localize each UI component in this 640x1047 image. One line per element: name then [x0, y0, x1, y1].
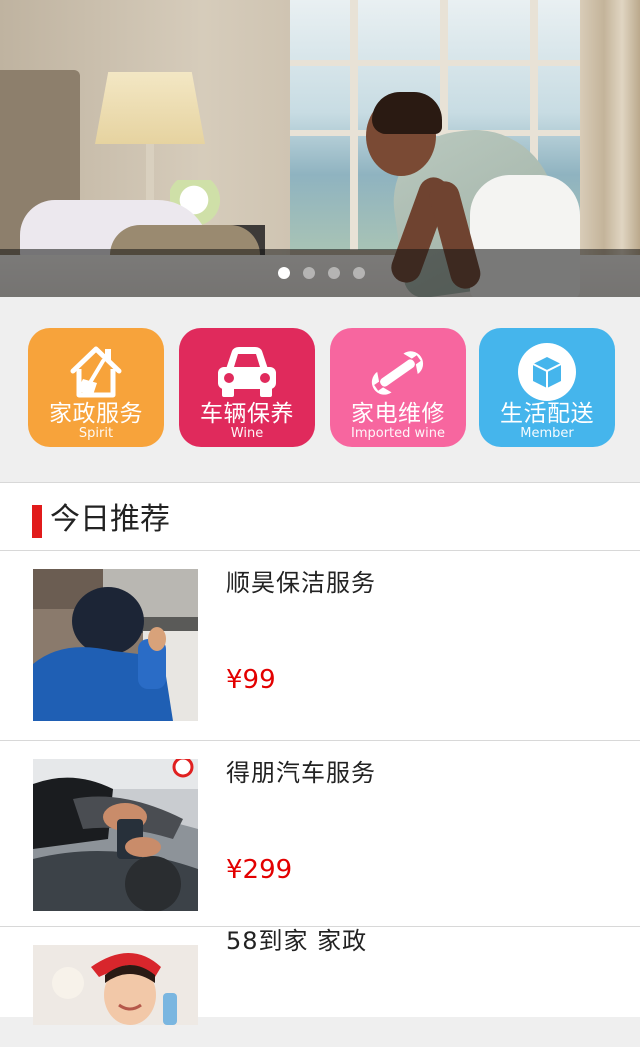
category-title: 家电维修 — [351, 401, 445, 427]
section-accent-bar — [32, 505, 42, 538]
car-icon — [179, 342, 315, 402]
carousel-dot[interactable] — [303, 267, 315, 279]
section-header: 今日推荐 — [0, 483, 640, 551]
item-price: ¥299 — [226, 855, 293, 885]
list-item[interactable]: 58到家 家政 — [0, 927, 640, 1047]
item-name: 58到家 家政 — [226, 927, 368, 955]
category-grid: 家政服务 Spirit 车辆保养 Wine 家电维修 Imported wine… — [0, 297, 640, 483]
category-title: 家政服务 — [49, 401, 143, 427]
box-icon — [479, 342, 615, 402]
section-title: 今日推荐 — [50, 502, 170, 537]
list-item[interactable]: 顺昊保洁服务 ¥99 — [0, 551, 640, 741]
category-delivery-button[interactable]: 生活配送 Member — [479, 328, 615, 447]
category-title: 车辆保养 — [200, 401, 294, 427]
carousel-dot[interactable] — [353, 267, 365, 279]
category-subtitle: Imported wine — [350, 426, 445, 441]
wrench-icon — [330, 342, 466, 402]
carousel-dot[interactable] — [278, 267, 290, 279]
category-subtitle: Spirit — [78, 426, 114, 441]
category-subtitle: Wine — [230, 426, 264, 441]
category-appliance-repair-button[interactable]: 家电维修 Imported wine — [330, 328, 466, 447]
item-thumbnail — [33, 569, 198, 721]
item-thumbnail — [33, 945, 198, 1025]
recommend-section: 今日推荐 顺昊保洁服务 ¥99 得朋汽车服务 ¥299 58到家 家政 — [0, 482, 640, 1025]
item-price: ¥99 — [226, 665, 276, 695]
house-broom-icon — [28, 342, 164, 402]
carousel-indicators[interactable] — [278, 267, 365, 279]
list-item[interactable]: 得朋汽车服务 ¥299 — [0, 741, 640, 927]
category-car-care-button[interactable]: 车辆保养 Wine — [179, 328, 315, 447]
category-title: 生活配送 — [500, 401, 594, 427]
item-name: 顺昊保洁服务 — [226, 569, 376, 597]
item-thumbnail — [33, 759, 198, 911]
carousel-dot[interactable] — [328, 267, 340, 279]
item-name: 得朋汽车服务 — [226, 759, 376, 787]
category-housekeeping-button[interactable]: 家政服务 Spirit — [28, 328, 164, 447]
category-subtitle: Member — [520, 426, 574, 441]
hero-banner[interactable] — [0, 0, 640, 297]
banner-image-lamp — [95, 72, 205, 144]
